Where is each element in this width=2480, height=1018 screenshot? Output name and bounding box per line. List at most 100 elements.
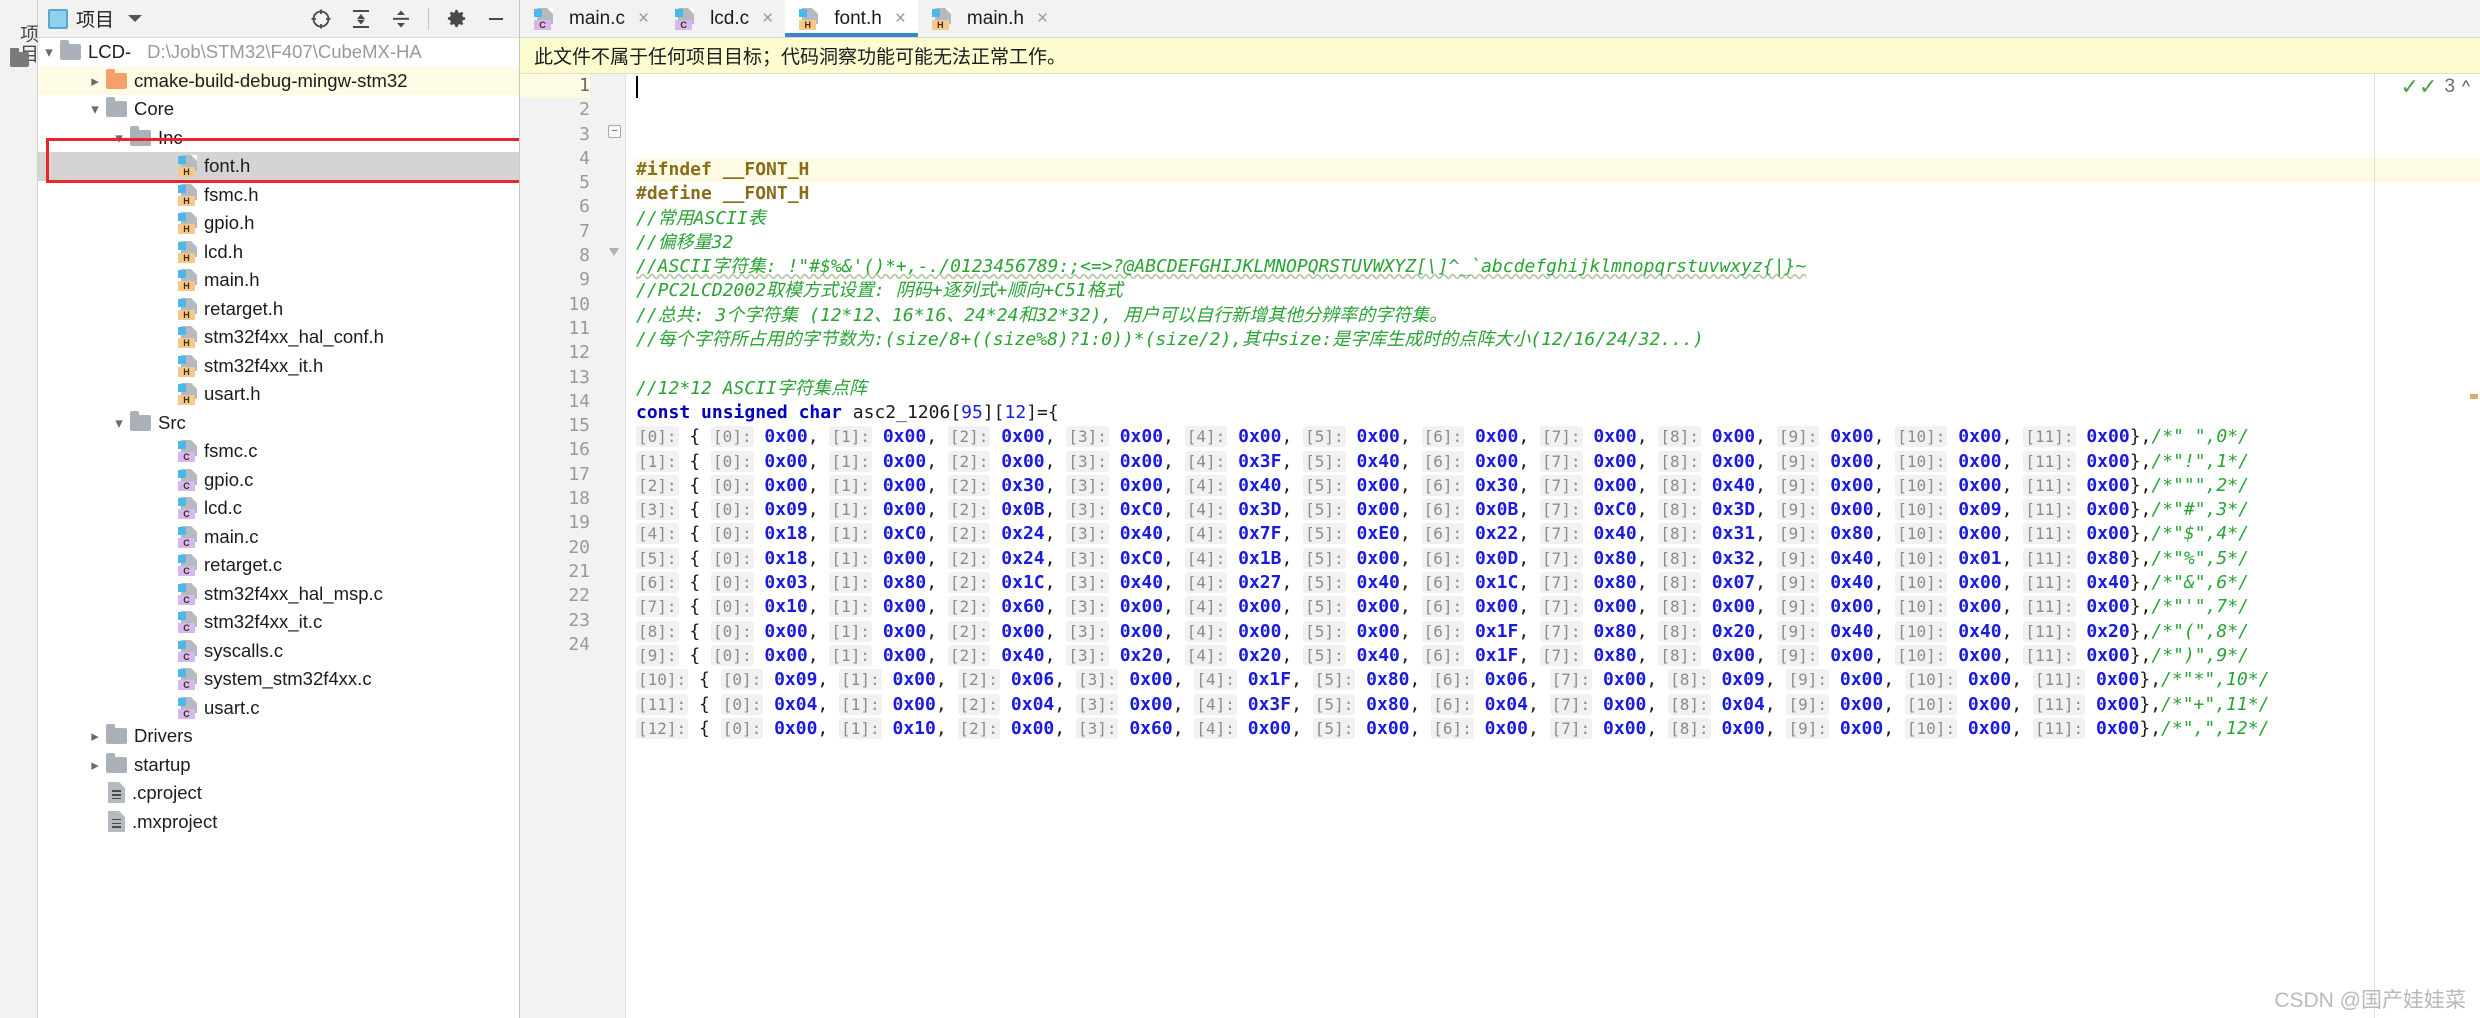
editor-tab-bar[interactable]: Cmain.c × Clcd.c × Hfont.h × Hmain.h × [520, 0, 2480, 38]
tree-item-stm32f4xx-hal-msp-c[interactable]: ▸Cstm32f4xx_hal_msp.c [38, 580, 519, 609]
chevron-down-icon[interactable]: ▾ [38, 38, 60, 67]
chevron-down-icon[interactable]: ▾ [108, 124, 130, 153]
tree-item-usart-h[interactable]: ▸Husart.h [38, 380, 519, 409]
tree-item-stm32f4xx-it-h[interactable]: ▸Hstm32f4xx_it.h [38, 352, 519, 381]
inspection-count: 3 [2444, 76, 2456, 97]
locate-icon[interactable] [304, 4, 338, 34]
tab-label: main.c [569, 7, 625, 29]
tree-item-usart-c[interactable]: ▸Cusart.c [38, 694, 519, 723]
tab-main-c[interactable]: Cmain.c × [520, 0, 661, 37]
tree-item--cproject[interactable]: ▸ .cproject [38, 779, 519, 808]
tree-item-main-c[interactable]: ▸Cmain.c [38, 523, 519, 552]
code-line-2[interactable]: #define __FONT_H [636, 182, 2480, 206]
array-row-8[interactable]: [8]: { [0]: 0x00, [1]: 0x00, [2]: 0x00, … [636, 620, 2480, 644]
collapse-all-icon[interactable] [384, 4, 418, 34]
chevron-down-icon[interactable] [128, 15, 143, 22]
chevron-right-icon[interactable]: ▸ [84, 722, 106, 751]
chevron-up-icon[interactable]: ^ [2462, 77, 2470, 97]
tree-item-stm32f4xx-hal-conf-h[interactable]: ▸Hstm32f4xx_hal_conf.h [38, 323, 519, 352]
close-icon[interactable]: × [895, 9, 906, 28]
array-row-2[interactable]: [2]: { [0]: 0x00, [1]: 0x00, [2]: 0x30, … [636, 474, 2480, 498]
gear-icon[interactable] [439, 4, 473, 34]
code-line-3[interactable]: //常用ASCII表 [636, 207, 2480, 231]
code-text[interactable]: #ifndef __FONT_H #define __FONT_H//常用ASCI… [626, 74, 2480, 1018]
chevron-down-icon[interactable]: ▾ [84, 95, 106, 124]
tree-item-label: usart.h [204, 383, 261, 405]
tree-item-src[interactable]: ▾ Src [38, 409, 519, 438]
tab-main-h[interactable]: Hmain.h × [918, 0, 1060, 37]
tree-item-gpio-h[interactable]: ▸Hgpio.h [38, 209, 519, 238]
close-icon[interactable]: × [1037, 9, 1048, 28]
tree-item-syscalls-c[interactable]: ▸Csyscalls.c [38, 637, 519, 666]
tree-item-core[interactable]: ▾ Core [38, 95, 519, 124]
tree-item-label: Drivers [134, 725, 193, 747]
tab-lcd-c[interactable]: Clcd.c × [661, 0, 785, 37]
tree-item-lcd-h[interactable]: ▸Hlcd.h [38, 238, 519, 267]
tree-item-system-stm32f4xx-c[interactable]: ▸Csystem_stm32f4xx.c [38, 665, 519, 694]
tree-item-label: main.c [204, 525, 259, 547]
tree-item-main-h[interactable]: ▸Hmain.h [38, 266, 519, 295]
code-line-8[interactable]: //每个字符所占用的字节数为:(size/8+((size%8)?1:0))*(… [636, 328, 2480, 352]
close-icon[interactable]: × [638, 9, 649, 28]
code-line-5[interactable]: //ASCII字符集: !"#$%&'()*+,-./0123456789:;<… [636, 255, 2480, 279]
tab-font-h[interactable]: Hfont.h × [785, 0, 918, 37]
tree-item-fsmc-c[interactable]: ▸Cfsmc.c [38, 437, 519, 466]
code-line-10[interactable]: //12*12 ASCII字符集点阵 [636, 377, 2480, 401]
tree-item-inc[interactable]: ▾ Inc [38, 124, 519, 153]
tree-item-gpio-c[interactable]: ▸Cgpio.c [38, 466, 519, 495]
line-number: 21 [568, 560, 590, 582]
array-row-0[interactable]: [0]: { [0]: 0x00, [1]: 0x00, [2]: 0x00, … [636, 425, 2480, 449]
tree-item-fsmc-h[interactable]: ▸Hfsmc.h [38, 181, 519, 210]
array-row-9[interactable]: [9]: { [0]: 0x00, [1]: 0x00, [2]: 0x40, … [636, 644, 2480, 668]
code-line-11[interactable]: const unsigned char asc2_1206[95][12]={ [636, 401, 2480, 425]
fold-triangle-icon[interactable] [608, 247, 621, 260]
array-row-4[interactable]: [4]: { [0]: 0x18, [1]: 0xC0, [2]: 0x24, … [636, 522, 2480, 546]
code-editor[interactable]: 1 2 3 4 5 6 7 8 9 10 11 12 13 14 15 16 17 18 19 20 21 22 23 24 … [520, 74, 2480, 1018]
project-panel-title: 项目 [76, 10, 115, 31]
chevron-right-icon[interactable]: ▸ [84, 751, 106, 780]
tree-item-cmake-build-debug-mingw-stm32[interactable]: ▸ cmake-build-debug-mingw-stm32 [38, 66, 519, 96]
chevron-down-icon[interactable]: ▾ [108, 409, 130, 438]
array-row-1[interactable]: [1]: { [0]: 0x00, [1]: 0x00, [2]: 0x00, … [636, 450, 2480, 474]
array-row-6[interactable]: [6]: { [0]: 0x03, [1]: 0x80, [2]: 0x1C, … [636, 571, 2480, 595]
tree-item-retarget-c[interactable]: ▸Cretarget.c [38, 551, 519, 580]
fold-minus-icon[interactable]: − [608, 125, 621, 138]
tree-item-startup[interactable]: ▸ startup [38, 751, 519, 780]
tree-item-label: stm32f4xx_it.c [204, 611, 323, 633]
array-row-5[interactable]: [5]: { [0]: 0x18, [1]: 0x00, [2]: 0x24, … [636, 547, 2480, 571]
tree-item--mxproject[interactable]: ▸ .mxproject [38, 808, 519, 837]
folder-icon [130, 410, 151, 431]
tree-item-label: retarget.c [204, 554, 283, 576]
code-line-9[interactable] [636, 352, 2480, 376]
tree-item-font-h[interactable]: ▸Hfont.h [38, 152, 519, 181]
folder-icon[interactable] [10, 48, 29, 67]
array-row-11[interactable]: [11]: { [0]: 0x04, [1]: 0x00, [2]: 0x04,… [636, 693, 2480, 717]
minimize-icon[interactable] [479, 4, 513, 34]
project-tree[interactable]: ▾ LCD- D:\Job\STM32\F407\CubeMX-HA ▸ cmak… [38, 38, 519, 1018]
vertical-project-label[interactable]: 项目 [0, 4, 38, 84]
scrollbar-error-marker[interactable] [2470, 394, 2478, 399]
close-icon[interactable]: × [762, 9, 773, 28]
array-row-12[interactable]: [12]: { [0]: 0x00, [1]: 0x10, [2]: 0x00,… [636, 717, 2480, 741]
code-line-7[interactable]: //总共: 3个字符集 (12*12、16*16、24*24和32*32), 用… [636, 304, 2480, 328]
code-line-6[interactable]: //PC2LCD2002取模方式设置: 阴码+逐列式+顺向+C51格式 [636, 279, 2480, 303]
expand-all-icon[interactable] [344, 4, 378, 34]
code-line-4[interactable]: //偏移量32 [636, 231, 2480, 255]
tree-indent-spacer: ▸ [156, 266, 178, 295]
array-row-10[interactable]: [10]: { [0]: 0x09, [1]: 0x00, [2]: 0x06,… [636, 668, 2480, 692]
tree-root-row[interactable]: ▾ LCD- D:\Job\STM32\F407\CubeMX-HA [38, 38, 519, 67]
line-number: 24 [568, 633, 590, 655]
array-row-7[interactable]: [7]: { [0]: 0x10, [1]: 0x00, [2]: 0x60, … [636, 595, 2480, 619]
chevron-right-icon[interactable]: ▸ [84, 67, 106, 96]
line-number: 22 [568, 585, 590, 607]
code-line-1[interactable]: #ifndef __FONT_H [636, 158, 2480, 183]
tree-item-stm32f4xx-it-c[interactable]: ▸Cstm32f4xx_it.c [38, 608, 519, 637]
code-folding-column[interactable]: − [604, 74, 626, 1018]
project-title-group[interactable]: 项目 [44, 5, 143, 32]
inspection-widget[interactable]: ✓✓ 3 ^ [2401, 76, 2470, 98]
project-icon [48, 8, 68, 29]
tree-item-drivers[interactable]: ▸ Drivers [38, 722, 519, 751]
tree-item-lcd-c[interactable]: ▸Clcd.c [38, 494, 519, 523]
tree-item-retarget-h[interactable]: ▸Hretarget.h [38, 295, 519, 324]
array-row-3[interactable]: [3]: { [0]: 0x09, [1]: 0x00, [2]: 0x0B, … [636, 498, 2480, 522]
